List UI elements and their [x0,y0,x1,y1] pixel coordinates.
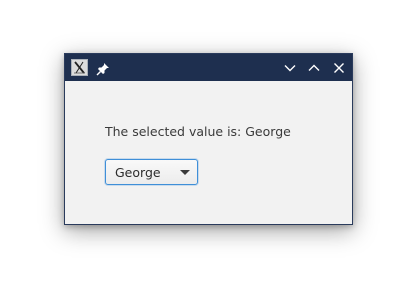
combobox-value: George [115,165,161,180]
name-combobox[interactable]: George [105,159,198,185]
app-icon[interactable] [71,59,88,76]
title-bar[interactable] [65,54,352,81]
minimize-button[interactable] [282,60,298,76]
dropdown-arrow-icon [180,170,190,175]
close-icon [334,63,344,73]
pin-icon[interactable] [96,61,110,76]
app-window: The selected value is: George George [64,53,353,225]
window-content: The selected value is: George George [65,81,352,224]
close-button[interactable] [331,60,347,76]
chevron-down-icon [284,65,296,72]
chevron-up-icon [308,64,320,71]
maximize-button[interactable] [306,60,322,76]
selected-value-label: The selected value is: George [105,124,291,139]
